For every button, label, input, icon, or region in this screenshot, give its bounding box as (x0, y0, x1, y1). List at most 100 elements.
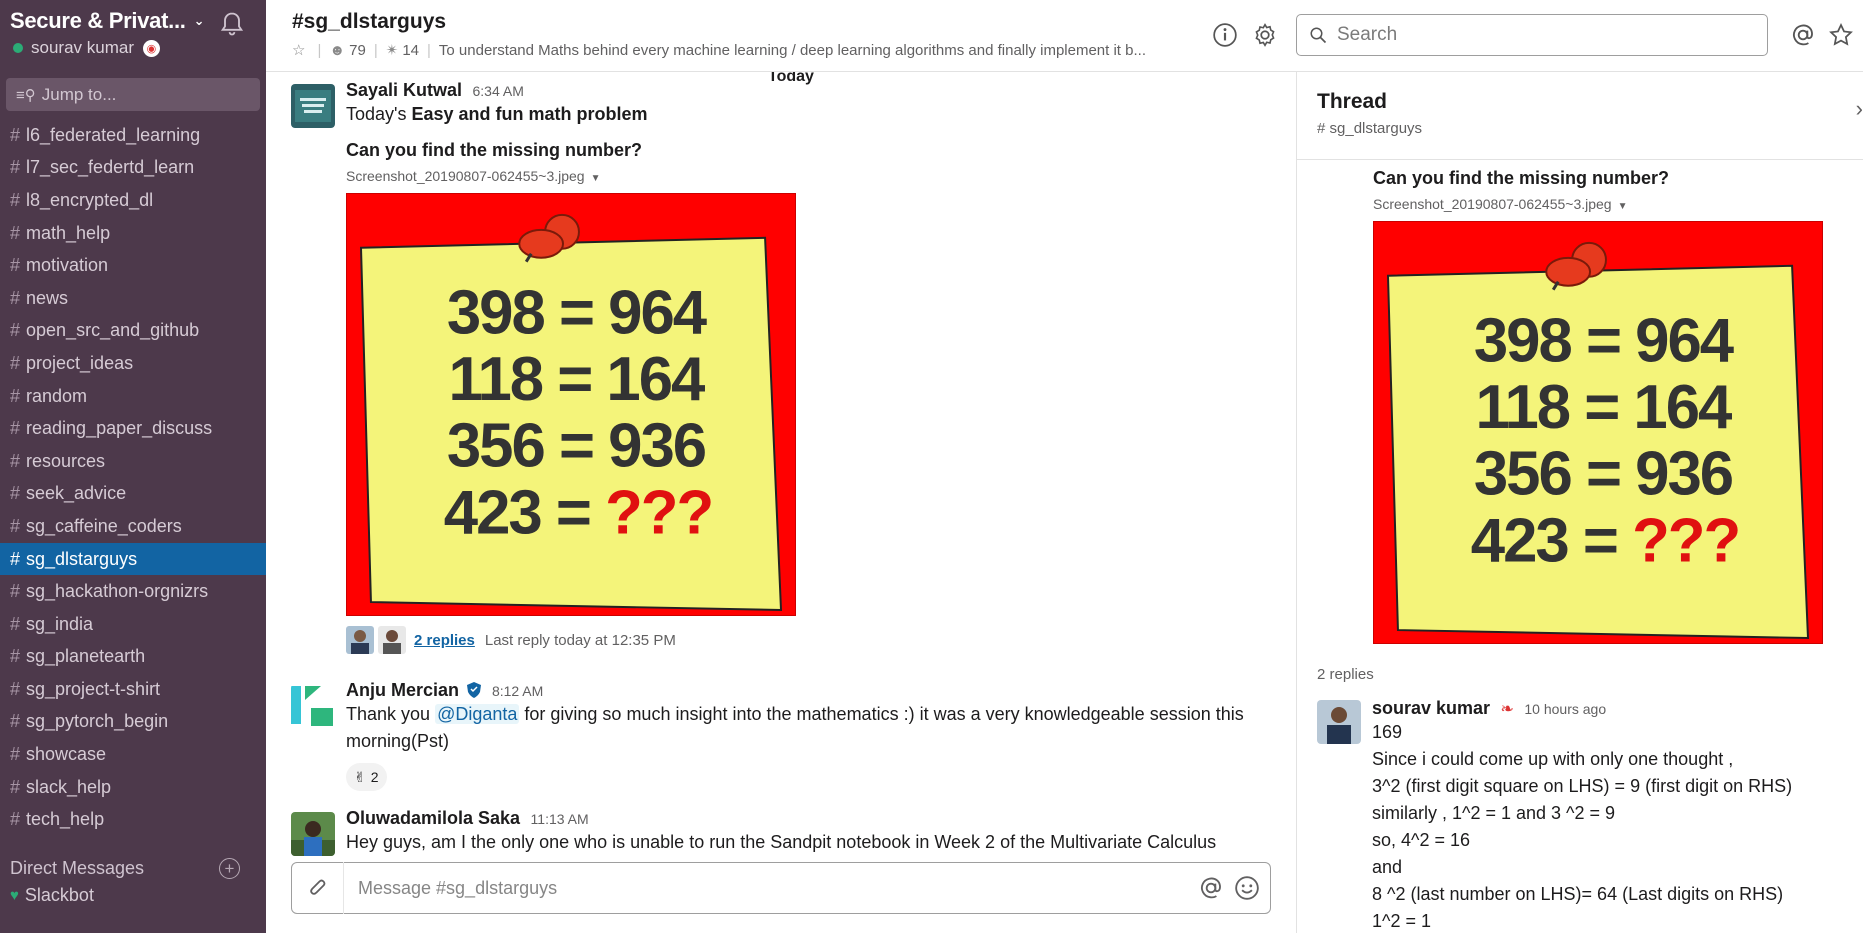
thread-header: Thread # sg_dlstarguys › (1297, 72, 1863, 160)
file-name[interactable]: Screenshot_20190807-062455~3.jpeg ▼ (346, 168, 1291, 184)
message-time[interactable]: 11:13 AM (531, 811, 589, 827)
hash-icon: # (10, 157, 21, 178)
hash-icon: # (10, 385, 21, 406)
thread-parent-message: Can you find the missing number? Screens… (1373, 168, 1853, 644)
message-item[interactable]: Oluwadamilola Saka 11:13 AM Hey guys, am… (291, 808, 1291, 856)
sidebar-channel-l7-sec-federtd-learn[interactable]: # l7_sec_federtd_learn (0, 152, 266, 185)
thread-summary[interactable]: 2 replies Last reply today at 12:35 PM (346, 626, 1291, 654)
bell-icon[interactable] (218, 10, 246, 38)
chevron-down-icon: ⌄ (193, 13, 205, 28)
message-author[interactable]: Sayali Kutwal (346, 80, 462, 100)
sidebar-channel-slack-help[interactable]: # slack_help (0, 771, 266, 804)
message-author[interactable]: Anju Mercian (346, 680, 459, 700)
message-author[interactable]: Oluwadamilola Saka (346, 808, 520, 828)
sidebar-channel-l8-encrypted-dl[interactable]: # l8_encrypted_dl (0, 184, 266, 217)
attach-button[interactable] (292, 862, 344, 914)
sidebar-channel-tech-help[interactable]: # tech_help (0, 803, 266, 836)
sidebar-channel-motivation[interactable]: # motivation (0, 249, 266, 282)
avatar[interactable] (1317, 700, 1361, 744)
sidebar-channel-resources[interactable]: # resources (0, 445, 266, 478)
channel-topic[interactable]: To understand Maths behind every machine… (439, 42, 1146, 59)
sidebar-channel-random[interactable]: # random (0, 380, 266, 413)
channel-name: sg_pytorch_begin (26, 711, 169, 732)
channel-name: sg_india (26, 613, 94, 634)
hash-icon: # (10, 450, 21, 471)
sidebar-channel-sg-india[interactable]: # sg_india (0, 608, 266, 641)
thread-channel-link[interactable]: # sg_dlstarguys (1317, 120, 1843, 137)
message-composer[interactable]: Message #sg_dlstarguys (291, 862, 1271, 914)
replies-link[interactable]: 2 replies (414, 632, 475, 649)
dm-item[interactable]: ♥ Slackbot (0, 879, 266, 911)
sidebar-channel-sg-project-t-shirt[interactable]: # sg_project-t-shirt (0, 673, 266, 706)
sidebar-channel-open-src-and-github[interactable]: # open_src_and_github (0, 315, 266, 348)
member-icon[interactable]: ☻ (329, 42, 345, 59)
avatar[interactable] (291, 812, 335, 856)
channel-name: news (26, 287, 69, 308)
thread-reply[interactable]: sourav kumar ❧ 10 hours ago 169 Since i c… (1317, 698, 1857, 933)
avatar[interactable] (291, 684, 335, 728)
star-icon[interactable]: ☆ (292, 41, 305, 59)
message-text: Hey guys, am I the only one who is unabl… (346, 832, 1217, 852)
sidebar-channel-seek-advice[interactable]: # seek_advice (0, 478, 266, 511)
sidebar-channel-project-ideas[interactable]: # project_ideas (0, 347, 266, 380)
avatar[interactable] (291, 84, 335, 128)
hash-icon: # (10, 255, 21, 276)
sidebar-channel-sg-dlstarguys[interactable]: # sg_dlstarguys (0, 542, 266, 576)
sidebar-channel-l6-federated-learning[interactable]: # l6_federated_learning (0, 119, 266, 152)
workspace-header[interactable]: Secure & Privat... ⌄ sourav kumar ◉ (0, 0, 266, 68)
hash-icon: # (10, 515, 21, 536)
gear-icon[interactable] (1252, 22, 1278, 48)
caret-down-icon[interactable]: ▼ (591, 173, 601, 184)
reply-line: 1^2 = 1 (1372, 911, 1431, 931)
reaction-button[interactable]: ✌ 2 (346, 763, 387, 791)
channel-title[interactable]: #sg_dlstarguys (292, 10, 446, 34)
sidebar-channel-showcase[interactable]: # showcase (0, 738, 266, 771)
pin-count[interactable]: 14 (402, 42, 419, 59)
message-author[interactable]: sourav kumar (1372, 698, 1490, 718)
hash-icon: # (10, 776, 21, 797)
hash-icon: # (10, 613, 21, 634)
message-item[interactable]: Sayali Kutwal 6:34 AM Today's Easy and f… (291, 80, 1291, 654)
reply-text: 169 Since i could come up with only one t… (1372, 719, 1857, 933)
member-count[interactable]: 79 (349, 42, 366, 59)
reply-line: and (1372, 857, 1403, 877)
pin-icon[interactable]: ✴ (386, 41, 399, 59)
sidebar-channel-math-help[interactable]: # math_help (0, 217, 266, 250)
message-time[interactable]: 6:34 AM (473, 83, 524, 99)
channel-name: sg_planetearth (26, 646, 146, 667)
close-icon[interactable]: › (1856, 96, 1863, 122)
hash-icon: # (10, 189, 21, 210)
user-mention[interactable]: @Diganta (435, 704, 520, 724)
direct-messages-header[interactable]: Direct Messages + (0, 858, 266, 880)
channel-name: math_help (26, 222, 111, 243)
puzzle-image[interactable]: 398 = 964 118 = 164 356 = 936 423 = ??? (346, 193, 1291, 616)
search-input[interactable]: Search (1296, 14, 1768, 56)
hash-icon: # (10, 287, 21, 308)
sidebar-channel-sg-hackathon-orgnizrs[interactable]: # sg_hackathon-orgnizrs (0, 575, 266, 608)
sidebar-channel-sg-planetearth[interactable]: # sg_planetearth (0, 641, 266, 674)
emoji-icon[interactable] (1234, 875, 1260, 901)
sidebar-channel-news[interactable]: # news (0, 282, 266, 315)
message-item[interactable]: Anju Mercian 8:12 AM Thank you @Diganta … (291, 680, 1291, 791)
heart-icon: ♥ (10, 886, 19, 904)
starred-icon[interactable] (1828, 22, 1854, 48)
message-time[interactable]: 10 hours ago (1524, 701, 1606, 717)
mentions-icon[interactable] (1790, 22, 1816, 48)
puzzle-equation: 118 = 164 (449, 345, 706, 414)
puzzle-image[interactable]: 398 = 964 118 = 164 356 = 936 423 = ??? (1373, 221, 1853, 644)
caret-down-icon[interactable]: ▼ (1618, 201, 1628, 212)
channel-meta: ☆ | ☻ 79 | ✴ 14 | To understand Maths be… (292, 41, 1146, 60)
add-dm-icon[interactable]: + (219, 858, 240, 880)
sidebar-channel-sg-pytorch-begin[interactable]: # sg_pytorch_begin (0, 706, 266, 739)
hash-icon: # (10, 744, 21, 765)
message-time[interactable]: 8:12 AM (492, 683, 543, 699)
jump-to-button[interactable]: ≡⚲ Jump to... (6, 78, 260, 111)
mention-button-icon[interactable] (1198, 875, 1224, 901)
sidebar-channel-sg-caffeine-coders[interactable]: # sg_caffeine_coders (0, 510, 266, 543)
file-name[interactable]: Screenshot_20190807-062455~3.jpeg ▼ (1373, 196, 1853, 212)
channel-name: seek_advice (26, 483, 127, 504)
sidebar-channel-reading-paper-discuss[interactable]: # reading_paper_discuss (0, 412, 266, 445)
info-icon[interactable] (1212, 22, 1238, 48)
hash-icon: # (10, 320, 21, 341)
current-user[interactable]: sourav kumar ◉ (10, 38, 256, 58)
